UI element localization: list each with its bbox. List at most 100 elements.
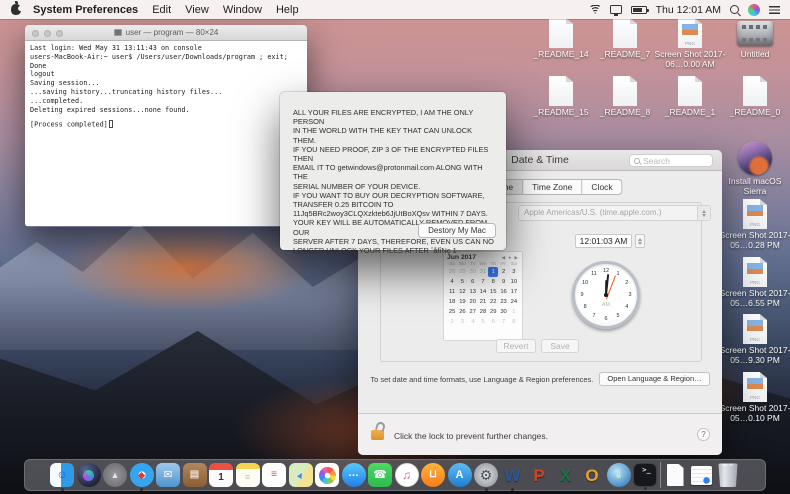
calendar-day[interactable]: 25 [447, 307, 457, 317]
wifi-icon[interactable] [590, 5, 601, 14]
calendar-day[interactable]: 9 [498, 277, 508, 287]
calendar-day[interactable]: 14 [478, 287, 488, 297]
desktop-icon[interactable]: _README_0 [723, 76, 787, 118]
calendar-day[interactable]: 18 [447, 297, 457, 307]
menu-bar-clock[interactable]: Thu 12:01 AM [656, 4, 721, 16]
itunes-icon[interactable]: ♫ [395, 463, 419, 487]
desktop-icon[interactable]: _README_1 [658, 76, 722, 118]
calendar-day[interactable]: 3 [457, 317, 467, 327]
minimize-button[interactable] [44, 30, 51, 37]
desktop-icon[interactable]: PNG Screen Shot 2017-05…0.28 PM [723, 199, 787, 250]
desktop-icon[interactable]: PNG Screen Shot 2017-06…0.00 AM [658, 18, 722, 69]
calendar-day[interactable]: 12 [457, 287, 467, 297]
terminal-icon[interactable]: >_ [633, 463, 657, 487]
apple-menu-icon[interactable] [11, 4, 21, 15]
destroy-my-mac-button[interactable]: Destory My Mac [418, 223, 496, 238]
safari-icon[interactable]: ◆ [130, 463, 154, 487]
calendar-day[interactable]: 8 [509, 317, 519, 327]
desktop-icon[interactable]: _README_8 [593, 76, 657, 118]
calendar-nav-arrows[interactable]: ◀ ● ▶ [502, 255, 519, 261]
calendar-day[interactable]: 10 [509, 277, 519, 287]
calendar-day[interactable]: 27 [468, 307, 478, 317]
system-preferences-icon[interactable]: ⚙ [474, 463, 498, 487]
display-icon[interactable] [610, 5, 622, 14]
desktop-icon[interactable]: Untitled [723, 18, 787, 60]
desktop-icon[interactable]: _README_14 [529, 18, 593, 60]
calendar-day[interactable]: 23 [498, 297, 508, 307]
mail-icon[interactable]: ✉ [156, 463, 180, 487]
calendar-day[interactable]: 4 [447, 277, 457, 287]
save-button[interactable]: Save [541, 339, 579, 353]
trash-icon[interactable] [716, 463, 740, 487]
calendar-day[interactable]: 3 [509, 267, 519, 277]
desktop-icon[interactable]: Install macOS Sierra [723, 141, 787, 196]
photos-icon[interactable] [315, 463, 339, 487]
calendar-day[interactable]: 1 [509, 307, 519, 317]
calendar-day[interactable]: 5 [457, 277, 467, 287]
time-stepper[interactable] [635, 234, 645, 248]
menu-item[interactable]: Window [223, 4, 262, 16]
calendar-day[interactable]: 13 [468, 287, 478, 297]
calendar-day[interactable]: 2 [447, 317, 457, 327]
messages-icon[interactable]: … [342, 463, 366, 487]
ntp-server-dropdown[interactable]: Apple Americas/U.S. (time.apple.com.) [518, 205, 711, 221]
close-button[interactable] [32, 30, 39, 37]
menu-item[interactable]: Help [276, 4, 299, 16]
excel-icon[interactable]: X [554, 463, 578, 487]
launchpad-icon[interactable]: ▲ [103, 463, 127, 487]
desktop-icon[interactable]: PNG Screen Shot 2017-05…6.55 PM [723, 257, 787, 308]
help-button[interactable]: ? [697, 428, 710, 441]
desktop-icon[interactable]: PNG Screen Shot 2017-05…9.30 PM [723, 314, 787, 365]
calendar-day[interactable]: 30 [468, 267, 478, 277]
calendar-day[interactable]: 5 [478, 317, 488, 327]
calendar-day[interactable]: 28 [478, 307, 488, 317]
calendar-day[interactable]: 1 [488, 267, 498, 277]
terminal-titlebar[interactable]: user — program — 80×24 [25, 25, 307, 41]
calendar-day[interactable]: 22 [488, 297, 498, 307]
time-field[interactable]: 12:01:03 AM [575, 234, 632, 248]
revert-button[interactable]: Revert [496, 339, 536, 353]
spotlight-icon[interactable] [730, 5, 739, 14]
calendar-day[interactable]: 24 [509, 297, 519, 307]
downloads-stack-icon[interactable] [690, 463, 714, 487]
calendar-day[interactable]: 4 [468, 317, 478, 327]
desktop-icon[interactable]: PNG Screen Shot 2017-05…0.10 PM [723, 372, 787, 423]
calendar-day[interactable]: 21 [478, 297, 488, 307]
terminal-output[interactable]: Last login: Wed May 31 13:11:43 on conso… [25, 41, 307, 226]
powerpoint-icon[interactable]: P [527, 463, 551, 487]
notes-icon[interactable]: ≡ [236, 463, 260, 487]
menu-item[interactable]: View [185, 4, 209, 16]
active-app-menu[interactable]: System Preferences [33, 4, 138, 16]
tab[interactable]: Clock [582, 179, 622, 195]
downloader-icon[interactable]: ⇓ [607, 463, 631, 487]
reminders-icon[interactable]: ≡ [262, 463, 286, 487]
calendar-day[interactable]: 6 [468, 277, 478, 287]
calendar-day[interactable]: 7 [498, 317, 508, 327]
calendar-day[interactable]: 29 [457, 267, 467, 277]
open-language-region-button[interactable]: Open Language & Region… [599, 372, 709, 386]
desktop-icon[interactable]: _README_7 [593, 18, 657, 60]
calendar-day[interactable]: 28 [447, 267, 457, 277]
calendar-day[interactable]: 6 [488, 317, 498, 327]
calendar-day[interactable]: 8 [488, 277, 498, 287]
tab[interactable]: Time Zone [523, 179, 582, 195]
battery-icon[interactable] [631, 6, 647, 14]
calendar-day[interactable]: 19 [457, 297, 467, 307]
calendar-day[interactable]: 26 [457, 307, 467, 317]
calendar-day[interactable]: 31 [478, 267, 488, 277]
zoom-button[interactable] [56, 30, 63, 37]
unlocked-padlock-icon[interactable] [371, 430, 384, 440]
finder-icon[interactable]: ☺ [50, 463, 74, 487]
calendar-day[interactable]: 30 [498, 307, 508, 317]
calendar-day[interactable]: 7 [478, 277, 488, 287]
calendar-icon[interactable]: 1 [209, 463, 233, 487]
notification-center-icon[interactable] [769, 6, 780, 14]
calendar-day[interactable]: 17 [509, 287, 519, 297]
calendar-day[interactable]: 15 [488, 287, 498, 297]
maps-icon[interactable]: ▲ [289, 463, 313, 487]
outlook-icon[interactable]: O [580, 463, 604, 487]
calendar-day[interactable]: 16 [498, 287, 508, 297]
appstore-icon[interactable]: A [448, 463, 472, 487]
contacts-icon[interactable]: ▤ [183, 463, 207, 487]
documents-stack-icon[interactable] [663, 463, 687, 487]
